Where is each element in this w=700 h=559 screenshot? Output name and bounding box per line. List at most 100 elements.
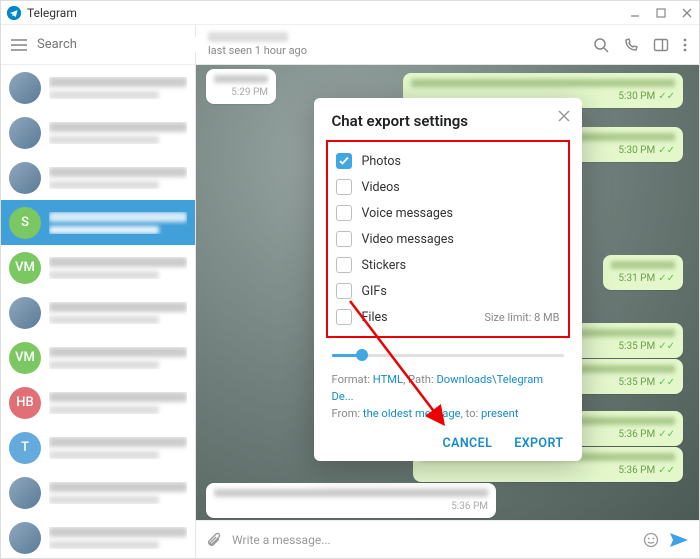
- read-ticks-icon: ✓✓: [658, 273, 675, 284]
- export-options-group: Photos Videos Voice messages Video messages…: [326, 140, 570, 338]
- export-option[interactable]: Files Size limit: 8 MB: [334, 304, 562, 330]
- send-icon[interactable]: [669, 532, 689, 548]
- incoming-message[interactable]: 5:36 PM: [206, 483, 496, 518]
- chat-list: S VM VM HB T: [1, 65, 195, 558]
- chat-list-item[interactable]: [1, 470, 195, 515]
- option-label: GIFs: [362, 284, 387, 299]
- export-option[interactable]: Video messages: [334, 226, 562, 252]
- size-limit-slider[interactable]: [332, 346, 564, 364]
- maximize-button[interactable]: [655, 7, 667, 19]
- chat-list-item[interactable]: [1, 110, 195, 155]
- chat-list-item[interactable]: T: [1, 425, 195, 470]
- chat-list-item[interactable]: [1, 155, 195, 200]
- search-chat-icon[interactable]: [593, 37, 609, 53]
- menu-icon[interactable]: [11, 38, 27, 52]
- message-time: 5:30 PM✓✓: [618, 145, 675, 156]
- chat-list-item[interactable]: HB: [1, 380, 195, 425]
- option-label: Stickers: [362, 258, 407, 273]
- chat-list-item[interactable]: [1, 65, 195, 110]
- export-option[interactable]: Photos: [334, 148, 562, 174]
- incoming-message[interactable]: 5:29 PM: [206, 69, 276, 104]
- checkbox[interactable]: [336, 153, 352, 169]
- telegram-logo-icon: [7, 6, 21, 20]
- read-ticks-icon: ✓✓: [658, 465, 675, 476]
- chat-subtitle: last seen 1 hour ago: [208, 44, 579, 57]
- chat-list-item[interactable]: S: [1, 200, 195, 245]
- avatar: [9, 297, 41, 329]
- avatar: [9, 117, 41, 149]
- read-ticks-icon: ✓✓: [658, 91, 675, 102]
- export-option[interactable]: Voice messages: [334, 200, 562, 226]
- avatar: HB: [9, 387, 41, 419]
- read-ticks-icon: ✓✓: [658, 145, 675, 156]
- option-label: Videos: [362, 180, 400, 195]
- message-time: 5:36 PM: [451, 501, 488, 512]
- export-option[interactable]: Stickers: [334, 252, 562, 278]
- dialog-title: Chat export settings: [332, 112, 564, 130]
- format-link[interactable]: HTML: [373, 373, 403, 386]
- read-ticks-icon: ✓✓: [658, 377, 675, 388]
- export-button[interactable]: EXPORT: [514, 436, 563, 451]
- to-link[interactable]: present: [481, 407, 518, 420]
- option-label: Video messages: [362, 232, 454, 247]
- chat-list-item[interactable]: VM: [1, 245, 195, 290]
- message-time: 5:30 PM✓✓: [618, 91, 675, 102]
- message-time: 5:31 PM✓✓: [618, 273, 675, 284]
- call-icon[interactable]: [623, 37, 639, 53]
- avatar: [9, 522, 41, 554]
- avatar: S: [9, 207, 41, 239]
- message-time: 5:36 PM✓✓: [618, 429, 675, 440]
- option-label: Voice messages: [362, 206, 454, 221]
- attach-icon[interactable]: [206, 532, 222, 548]
- chat-list-item[interactable]: [1, 290, 195, 335]
- checkbox[interactable]: [336, 283, 352, 299]
- close-dialog-button[interactable]: [558, 110, 570, 122]
- more-icon[interactable]: [683, 37, 687, 53]
- checkbox[interactable]: [336, 205, 352, 221]
- side-panel-icon[interactable]: [653, 37, 669, 53]
- chat-export-settings-dialog: Chat export settings Photos Videos Voice m…: [314, 98, 582, 461]
- option-label: Files: [362, 310, 388, 325]
- avatar: [9, 477, 41, 509]
- avatar: [9, 162, 41, 194]
- message-input[interactable]: Write a message...: [232, 533, 633, 547]
- window-title: Telegram: [27, 6, 629, 20]
- avatar: VM: [9, 342, 41, 374]
- checkbox[interactable]: [336, 231, 352, 247]
- size-limit-label: Size limit: 8 MB: [484, 311, 559, 324]
- minimize-button[interactable]: [629, 7, 641, 19]
- chat-title: [208, 32, 288, 42]
- search-input[interactable]: [37, 37, 203, 52]
- chat-header: last seen 1 hour ago: [196, 25, 699, 65]
- range-line: From: the oldest message, to: present: [332, 406, 564, 423]
- emoji-icon[interactable]: [643, 532, 659, 548]
- read-ticks-icon: ✓✓: [658, 341, 675, 352]
- avatar: VM: [9, 252, 41, 284]
- option-label: Photos: [362, 154, 401, 169]
- window-controls: [629, 7, 693, 19]
- chat-list-item[interactable]: [1, 515, 195, 558]
- outgoing-message[interactable]: 5:31 PM✓✓: [603, 255, 683, 290]
- checkbox[interactable]: [336, 179, 352, 195]
- read-ticks-icon: ✓✓: [658, 429, 675, 440]
- chat-list-item[interactable]: VM: [1, 335, 195, 380]
- message-time: 5:35 PM✓✓: [618, 341, 675, 352]
- sidebar-header: [1, 25, 195, 65]
- avatar: [9, 72, 41, 104]
- checkbox[interactable]: [336, 309, 352, 325]
- sidebar: S VM VM HB T: [1, 25, 196, 558]
- close-window-button[interactable]: [681, 7, 693, 19]
- titlebar: Telegram: [1, 1, 699, 25]
- message-time: 5:35 PM✓✓: [618, 377, 675, 388]
- app-window: Telegram S VM VM HB T: [0, 0, 700, 559]
- cancel-button[interactable]: CANCEL: [443, 436, 493, 451]
- export-option[interactable]: Videos: [334, 174, 562, 200]
- message-time: 5:36 PM✓✓: [618, 465, 675, 476]
- composer: Write a message...: [196, 520, 699, 558]
- export-option[interactable]: GIFs: [334, 278, 562, 304]
- checkbox[interactable]: [336, 257, 352, 273]
- from-link[interactable]: the oldest message: [363, 407, 461, 420]
- format-line: Format: HTML, Path: Downloads\Telegram D…: [332, 372, 564, 406]
- message-time: 5:29 PM: [231, 87, 268, 98]
- avatar: T: [9, 432, 41, 464]
